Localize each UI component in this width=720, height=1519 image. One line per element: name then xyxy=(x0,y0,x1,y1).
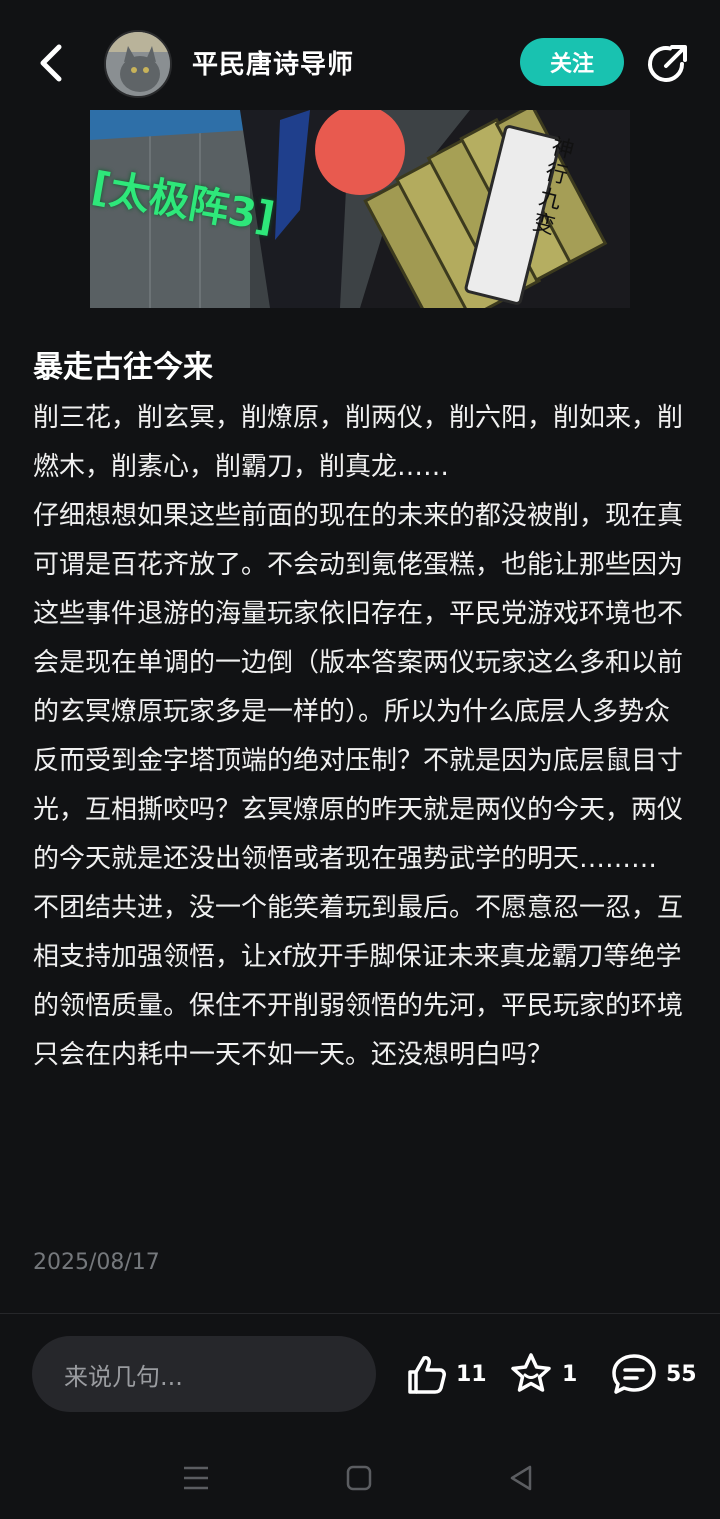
comment-button[interactable]: 55 xyxy=(610,1350,697,1398)
post-paragraph: 不团结共进，没一个能笑着玩到最后。不愿意忍一忍，互相支持加强领悟，让xf放开手脚… xyxy=(33,893,684,1070)
system-navigation-bar xyxy=(0,1440,720,1519)
like-count: 11 xyxy=(456,1361,487,1387)
follow-button[interactable]: 关注 xyxy=(520,38,624,86)
favorite-button[interactable]: 1 xyxy=(508,1350,577,1398)
menu-button[interactable] xyxy=(176,1458,216,1498)
cat-avatar-image xyxy=(106,32,170,96)
divider xyxy=(0,1313,720,1314)
author-name[interactable]: 平民唐诗导师 xyxy=(192,44,354,81)
post-paragraph: 削三花，削玄冥，削燎原，削两仪，削六阳，削如来，削燃木，削素心，削霸刀，削真龙…… xyxy=(33,403,684,482)
star-icon xyxy=(511,1353,551,1392)
comment-input[interactable]: 来说几句... xyxy=(32,1336,376,1412)
post-image[interactable]: [太极阵3] 神行九变 xyxy=(90,110,630,308)
thumbs-up-icon xyxy=(408,1356,446,1394)
home-icon xyxy=(346,1465,372,1491)
post-date: 2025/08/17 xyxy=(33,1250,160,1275)
author-avatar[interactable] xyxy=(104,30,172,98)
like-button[interactable]: 11 xyxy=(404,1350,487,1398)
post-body: 削三花，削玄冥，削燎原，削两仪，削六阳，削如来，削燃木，削素心，削霸刀，削真龙…… xyxy=(33,394,693,1080)
home-button[interactable] xyxy=(339,1458,379,1498)
system-back-button[interactable] xyxy=(502,1458,542,1498)
comment-count: 55 xyxy=(666,1361,697,1387)
share-button[interactable] xyxy=(644,40,692,88)
favorite-count: 1 xyxy=(562,1361,578,1387)
back-triangle-icon xyxy=(510,1465,532,1491)
comment-icon xyxy=(612,1354,656,1394)
post-paragraph: 仔细想想如果这些前面的现在的未来的都没被削，现在真可谓是百花齐放了。不会动到氪佬… xyxy=(33,501,684,874)
top-bar: 平民唐诗导师 关注 xyxy=(0,0,720,120)
post-title: 暴走古往今来 xyxy=(33,350,213,385)
menu-icon xyxy=(184,1466,208,1490)
back-button[interactable] xyxy=(30,38,74,88)
back-arrow-icon xyxy=(40,44,62,82)
share-icon xyxy=(648,45,687,82)
